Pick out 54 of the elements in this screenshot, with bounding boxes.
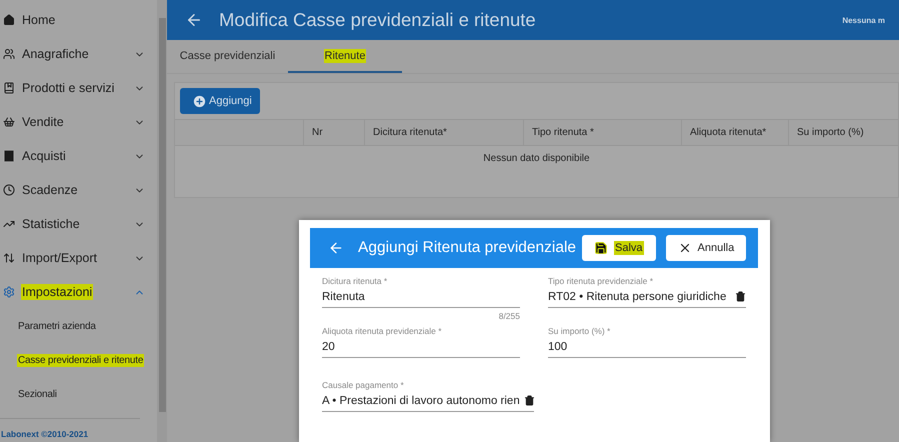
select-field[interactable]: A • Prestazioni di lavoro autonomo rien xyxy=(322,390,534,412)
input-field[interactable]: Ritenuta xyxy=(322,286,520,308)
plus-circle-icon xyxy=(192,94,207,108)
sidebar-subitem[interactable]: Casse previdenziali e ritenute xyxy=(17,354,144,366)
field-label: Aliquota ritenuta previdenziale * xyxy=(322,326,443,336)
arrows-icon xyxy=(3,252,15,264)
field-label: Tipo ritenuta previdenziale * xyxy=(548,276,654,286)
sidebar-item[interactable]: Anagrafiche xyxy=(21,46,90,62)
select-field[interactable]: RT02 • Ritenuta persone giuridiche xyxy=(548,286,746,308)
trend-icon xyxy=(3,218,15,230)
input-field[interactable]: 20 xyxy=(322,336,520,358)
column-header: Su importo (%) xyxy=(788,120,898,145)
list-icon xyxy=(3,150,15,162)
sidebar-item[interactable]: Acquisti xyxy=(21,148,67,164)
page-title: Modifica Casse previdenziali e ritenute xyxy=(219,9,537,31)
column-header: Aliquota ritenuta* xyxy=(681,120,788,145)
book-icon xyxy=(3,82,15,94)
field-label: Dicitura ritenuta * xyxy=(322,276,388,286)
cancel-button[interactable]: Annulla xyxy=(666,235,746,261)
sidebar-subitem[interactable]: Parametri azienda xyxy=(17,320,97,332)
clock-icon xyxy=(3,184,15,196)
copyright-text: Labonext ©2010-2021 xyxy=(0,418,140,442)
back-arrow-icon[interactable] xyxy=(328,240,344,256)
people-icon xyxy=(3,48,15,60)
trash-icon[interactable] xyxy=(735,291,746,302)
sidebar-item[interactable]: Statistiche xyxy=(21,216,81,232)
tab[interactable]: Ritenute xyxy=(288,40,402,73)
dialog-title: Aggiungi Ritenuta previdenziale xyxy=(358,239,576,257)
tab[interactable]: Casse previdenziali xyxy=(167,40,288,73)
sidebar-item[interactable]: Home xyxy=(21,12,56,28)
field-label: Su importo (%) * xyxy=(548,326,612,336)
tab-label-highlight: Ritenute xyxy=(324,48,366,62)
sidebar-item[interactable]: Vendite xyxy=(21,114,65,130)
status-text: Nessuna m xyxy=(842,16,885,24)
home-icon xyxy=(3,14,15,26)
character-counter: 8/255 xyxy=(498,311,520,321)
tab-label-highlight: Casse previdenziali xyxy=(178,48,276,62)
save-button[interactable]: Salva xyxy=(582,235,656,261)
scrollbar[interactable] xyxy=(157,0,167,442)
basket-icon xyxy=(3,116,15,128)
input-field[interactable]: 100 xyxy=(548,336,746,358)
add-button[interactable]: Aggiungi xyxy=(180,88,260,114)
sidebar-item[interactable]: Scadenze xyxy=(21,182,79,198)
trash-icon[interactable] xyxy=(524,395,535,406)
column-header: Nr xyxy=(303,120,364,145)
sidebar-item[interactable]: Prodotti e servizi xyxy=(21,80,116,96)
column-header: Tipo ritenuta * xyxy=(523,120,681,145)
sidebar-subitem[interactable]: Sezionali xyxy=(17,388,58,400)
sidebar-item[interactable]: Import/Export xyxy=(21,250,98,266)
empty-message: Nessun dato disponibile xyxy=(482,152,591,164)
sidebar-item[interactable]: Impostazioni xyxy=(21,284,94,300)
column-header: Dicitura ritenuta* xyxy=(364,120,523,145)
settings-icon xyxy=(3,286,15,298)
field-label: Causale pagamento * xyxy=(322,380,405,390)
